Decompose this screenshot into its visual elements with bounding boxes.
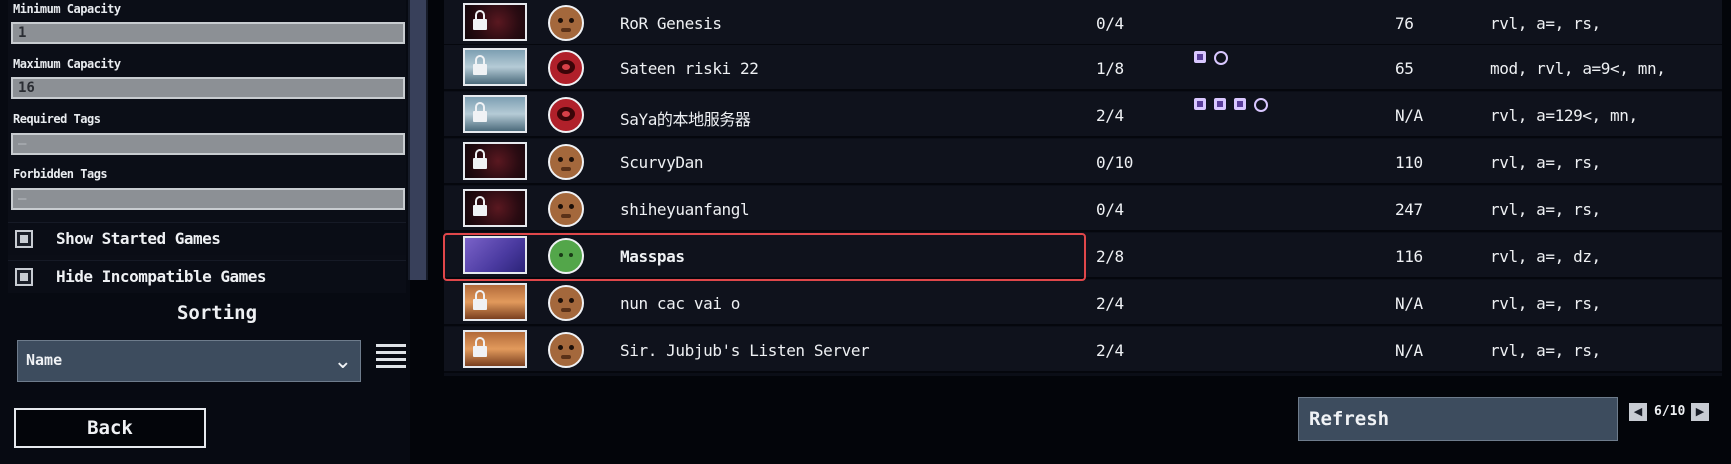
server-row[interactable]: RoR Genesis 0/4 76 rvl, a=, rs, [444,0,1722,46]
artifact-icon [1254,98,1268,112]
sort-dropdown-value: Name [26,351,63,369]
forbidden-tags-label: Forbidden Tags [13,167,108,181]
map-thumbnail [463,48,527,86]
server-ping: 116 [1395,247,1423,266]
lock-icon [473,337,487,359]
server-tags: rvl, a=, rs, [1490,200,1601,219]
hide-incompatible-games-toggle[interactable]: Hide Incompatible Games [8,260,406,293]
sorting-title: Sorting [176,302,258,324]
server-players: 0/4 [1096,14,1124,33]
show-started-games-toggle[interactable]: Show Started Games [8,222,406,255]
map-thumbnail [463,236,527,274]
server-tags: rvl, a=, rs, [1490,153,1601,172]
artifact-icon [1194,51,1206,63]
forbidden-tags-input[interactable]: — [11,188,405,210]
min-capacity-label: Minimum Capacity [13,2,121,16]
server-name: Sateen riski 22 [620,59,759,78]
green-avatar-icon [548,238,584,274]
server-tags: rvl, a=129<, mn, [1490,106,1638,125]
artifact-icons [1194,51,1228,65]
map-thumbnail [463,330,527,368]
checkbox-icon[interactable] [15,268,33,286]
lock-icon [473,10,487,32]
lock-icon [473,149,487,171]
server-row[interactable]: shiheyuanfangl 0/4 247 rvl, a=, rs, [444,186,1722,232]
server-players: 2/4 [1096,294,1124,313]
lock-icon [473,196,487,218]
page-indicator: 6/10 [1654,404,1686,419]
server-players: 0/4 [1096,200,1124,219]
back-button[interactable]: Back [14,408,206,448]
artifact-icon [1214,98,1226,110]
lemurian-avatar-icon [548,191,584,227]
max-capacity-input[interactable]: 16 [11,77,405,99]
lemurian-avatar-icon [548,144,584,180]
server-ping: N/A [1395,294,1423,313]
chevron-down-icon: ⌄ [333,349,352,374]
artifact-icon [1234,98,1246,110]
map-thumbnail [463,283,527,321]
imp-avatar-icon [548,50,584,86]
server-row[interactable]: SaYa的本地服务器 2/4 N/A rvl, a=129<, mn, [444,92,1722,138]
server-browser: Minimum Capacity 1 Maximum Capacity 16 R… [0,0,1731,464]
lock-icon [473,55,487,77]
server-players: 2/4 [1096,106,1124,125]
lemurian-avatar-icon [548,285,584,321]
hide-incompatible-games-label: Hide Incompatible Games [56,267,267,286]
checkbox-icon[interactable] [15,230,33,248]
server-ping: N/A [1395,341,1423,360]
artifact-icon [1194,98,1206,110]
server-tags: mod, rvl, a=9<, mn, [1490,59,1666,78]
server-players: 1/8 [1096,59,1124,78]
required-tags-label: Required Tags [13,112,101,126]
server-row[interactable]: Sateen riski 22 1/8 65 mod, rvl, a=9<, mn, [444,45,1722,91]
server-ping: 247 [1395,200,1423,219]
sort-order-icon[interactable] [376,344,414,378]
artifact-icon [1214,51,1228,65]
server-name: SaYa的本地服务器 [620,110,751,129]
server-players: 0/10 [1096,153,1133,172]
server-ping: 76 [1395,14,1414,33]
server-row[interactable]: nun cac vai o 2/4 N/A rvl, a=, rs, [444,280,1722,326]
min-capacity-input[interactable]: 1 [11,22,405,44]
server-ping: N/A [1395,106,1423,125]
map-thumbnail [463,142,527,180]
server-name: shiheyuanfangl [620,200,750,219]
server-tags: rvl, a=, rs, [1490,14,1601,33]
server-name: Masspas [620,247,685,266]
server-ping: 110 [1395,153,1423,172]
server-name: ScurvyDan [620,153,704,172]
lock-icon [473,102,487,124]
server-players: 2/8 [1096,247,1124,266]
max-capacity-label: Maximum Capacity [13,57,121,71]
next-page-button[interactable]: ▶ [1691,403,1709,421]
server-tags: rvl, a=, rs, [1490,294,1601,313]
server-name: nun cac vai o [620,294,741,313]
server-row[interactable]: ScurvyDan 0/10 110 rvl, a=, rs, [444,139,1722,185]
lock-icon [473,290,487,312]
previous-page-button[interactable]: ◀ [1629,403,1647,421]
lemurian-avatar-icon [548,332,584,368]
filters-scrollbar-thumb[interactable] [410,0,426,280]
server-name: Sir. Jubjub's Listen Server [620,341,870,360]
artifact-icons [1194,98,1268,112]
lemurian-avatar-icon [548,5,584,41]
imp-avatar-icon [548,97,584,133]
refresh-button[interactable]: Refresh [1298,397,1618,441]
server-tags: rvl, a=, rs, [1490,341,1601,360]
sort-dropdown[interactable]: Name ⌄ [17,340,361,382]
server-players: 2/4 [1096,341,1124,360]
map-thumbnail [463,3,527,41]
map-thumbnail [463,189,527,227]
map-thumbnail [463,95,527,133]
server-name: RoR Genesis [620,14,722,33]
show-started-games-label: Show Started Games [56,229,221,248]
server-ping: 65 [1395,59,1414,78]
server-row[interactable]: Sir. Jubjub's Listen Server 2/4 N/A rvl, a=… [444,327,1722,373]
server-tags: rvl, a=, dz, [1490,247,1601,266]
required-tags-input[interactable]: — [11,133,405,155]
server-row[interactable]: Masspas 2/8 116 rvl, a=, dz, [444,233,1722,279]
